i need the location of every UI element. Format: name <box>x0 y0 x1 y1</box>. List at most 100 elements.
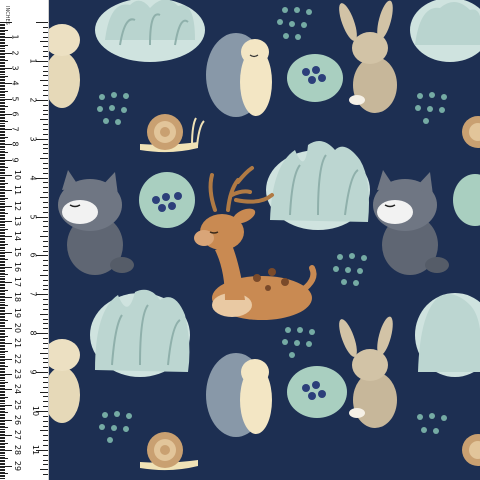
ruler-tick <box>43 445 48 447</box>
ruler-tick <box>43 109 48 111</box>
ruler-cm-label: 3 <box>10 65 20 71</box>
ruler-cm-label: 21 <box>13 338 23 349</box>
ruler-tick <box>36 138 48 140</box>
ruler-inch-label: 3 <box>28 136 38 142</box>
ruler-cm-label: 9 <box>10 157 20 163</box>
ruler-tick <box>43 75 48 77</box>
ruler-tick <box>43 435 48 437</box>
ruler-tick <box>40 235 48 237</box>
berry-bush <box>139 172 195 228</box>
ruler-tick <box>43 260 48 262</box>
ruler-tick <box>43 167 48 169</box>
ruler-tick <box>43 245 48 247</box>
hedgehog <box>206 33 272 117</box>
ruler-tick <box>43 304 48 306</box>
ruler-tick <box>43 420 48 422</box>
ruler-cm-label: 29 <box>13 460 23 471</box>
ruler-inch-label: 6 <box>28 252 38 258</box>
ruler-tick <box>43 26 48 28</box>
ruler-cm-label: 5 <box>10 95 20 102</box>
ruler-cm-label: 4 <box>10 80 20 86</box>
ruler-tick <box>43 440 48 442</box>
ruler-cm-label: 22 <box>13 353 23 364</box>
ruler-cm-label: 12 <box>13 200 23 211</box>
ruler-tick <box>43 474 48 476</box>
ruler-tick <box>43 192 48 194</box>
ruler-cm-label: 20 <box>13 322 23 334</box>
ruler-inch-label: 5 <box>28 213 38 220</box>
ruler-tick <box>43 401 48 403</box>
ruler-tick <box>43 357 48 359</box>
ruler-tick <box>43 338 48 340</box>
ruler-tick <box>40 313 48 315</box>
ruler-tick <box>0 477 5 479</box>
ruler-cm-label: 2 <box>10 50 20 56</box>
ruler-inch-label: 2 <box>28 97 38 103</box>
ruler-tick <box>36 60 48 62</box>
ruler-cm-label: 25 <box>13 399 23 410</box>
ruler-tick <box>40 274 48 276</box>
ruler-inch-label: 7 <box>28 291 38 297</box>
ruler-cm-label: 8 <box>10 141 20 147</box>
ruler-tick <box>40 469 48 471</box>
ruler-cm-label: 11 <box>13 185 23 196</box>
ruler-cm-label: 16 <box>13 261 23 272</box>
ruler-cm-label: 7 <box>10 126 20 132</box>
ruler-cm-label: 15 <box>13 246 23 257</box>
rabbit <box>44 24 80 108</box>
rabbit <box>44 339 80 423</box>
ruler-tick <box>43 133 48 135</box>
ruler-tick <box>43 31 48 33</box>
ruler-tick <box>43 342 48 344</box>
ruler-cm-label: 10 <box>13 169 23 181</box>
ruler-tick <box>43 172 48 174</box>
berry-bush <box>287 54 343 102</box>
ruler-tick <box>43 415 48 417</box>
ruler-tick <box>43 265 48 267</box>
ruler-tick <box>36 216 48 218</box>
ruler-tick <box>43 323 48 325</box>
ruler-tick <box>40 119 48 121</box>
ruler-tick <box>43 94 48 96</box>
ruler-cm-label: 1 <box>10 34 20 40</box>
ruler-tick <box>36 255 48 257</box>
ruler-cm-label: 6 <box>10 111 20 117</box>
ruler-tick <box>43 226 48 228</box>
fabric-print: INCHES 1 2 3 4 5 6 7 8 9 10 11 12 13 14 15 16 17 18 19 20 21… <box>0 0 480 480</box>
ruler-cm-label: 23 <box>13 368 23 379</box>
ruler-tick <box>43 459 48 461</box>
ruler-tick <box>43 250 48 252</box>
ruler-tick <box>43 376 48 378</box>
ruler-tick <box>40 352 48 354</box>
ruler-tick <box>36 99 48 101</box>
leaf-bush <box>95 0 205 62</box>
ruler-tick <box>43 289 48 291</box>
ruler-cm-label: 26 <box>13 414 23 425</box>
ruler-cm-label: 13 <box>13 215 23 226</box>
ruler-tick <box>43 143 48 145</box>
ruler-tick <box>43 299 48 301</box>
pattern-artwork <box>0 0 480 480</box>
ruler-tick <box>43 425 48 427</box>
ruler-tick <box>43 51 48 53</box>
ruler-tick <box>43 221 48 223</box>
ruler-tick <box>36 22 48 23</box>
ruler-tick <box>40 391 48 393</box>
ruler-tick <box>43 284 48 286</box>
ruler-tick <box>40 197 48 199</box>
ruler-inch-label: 9 <box>28 369 38 375</box>
ruler-tick <box>43 201 48 203</box>
ruler-tick <box>43 90 48 92</box>
ruler-tick <box>43 396 48 398</box>
ruler-tick <box>43 362 48 364</box>
ruler-tick <box>43 367 48 369</box>
ruler-tick <box>43 46 48 48</box>
ruler-tick <box>43 381 48 383</box>
ruler-tick <box>43 318 48 320</box>
ruler-tick <box>43 231 48 233</box>
ruler-tick <box>36 177 48 179</box>
ruler-tick <box>43 187 48 189</box>
ruler-cm-label: 24 <box>13 384 23 395</box>
ruler-tick <box>40 80 48 82</box>
berry-bush <box>287 366 347 418</box>
